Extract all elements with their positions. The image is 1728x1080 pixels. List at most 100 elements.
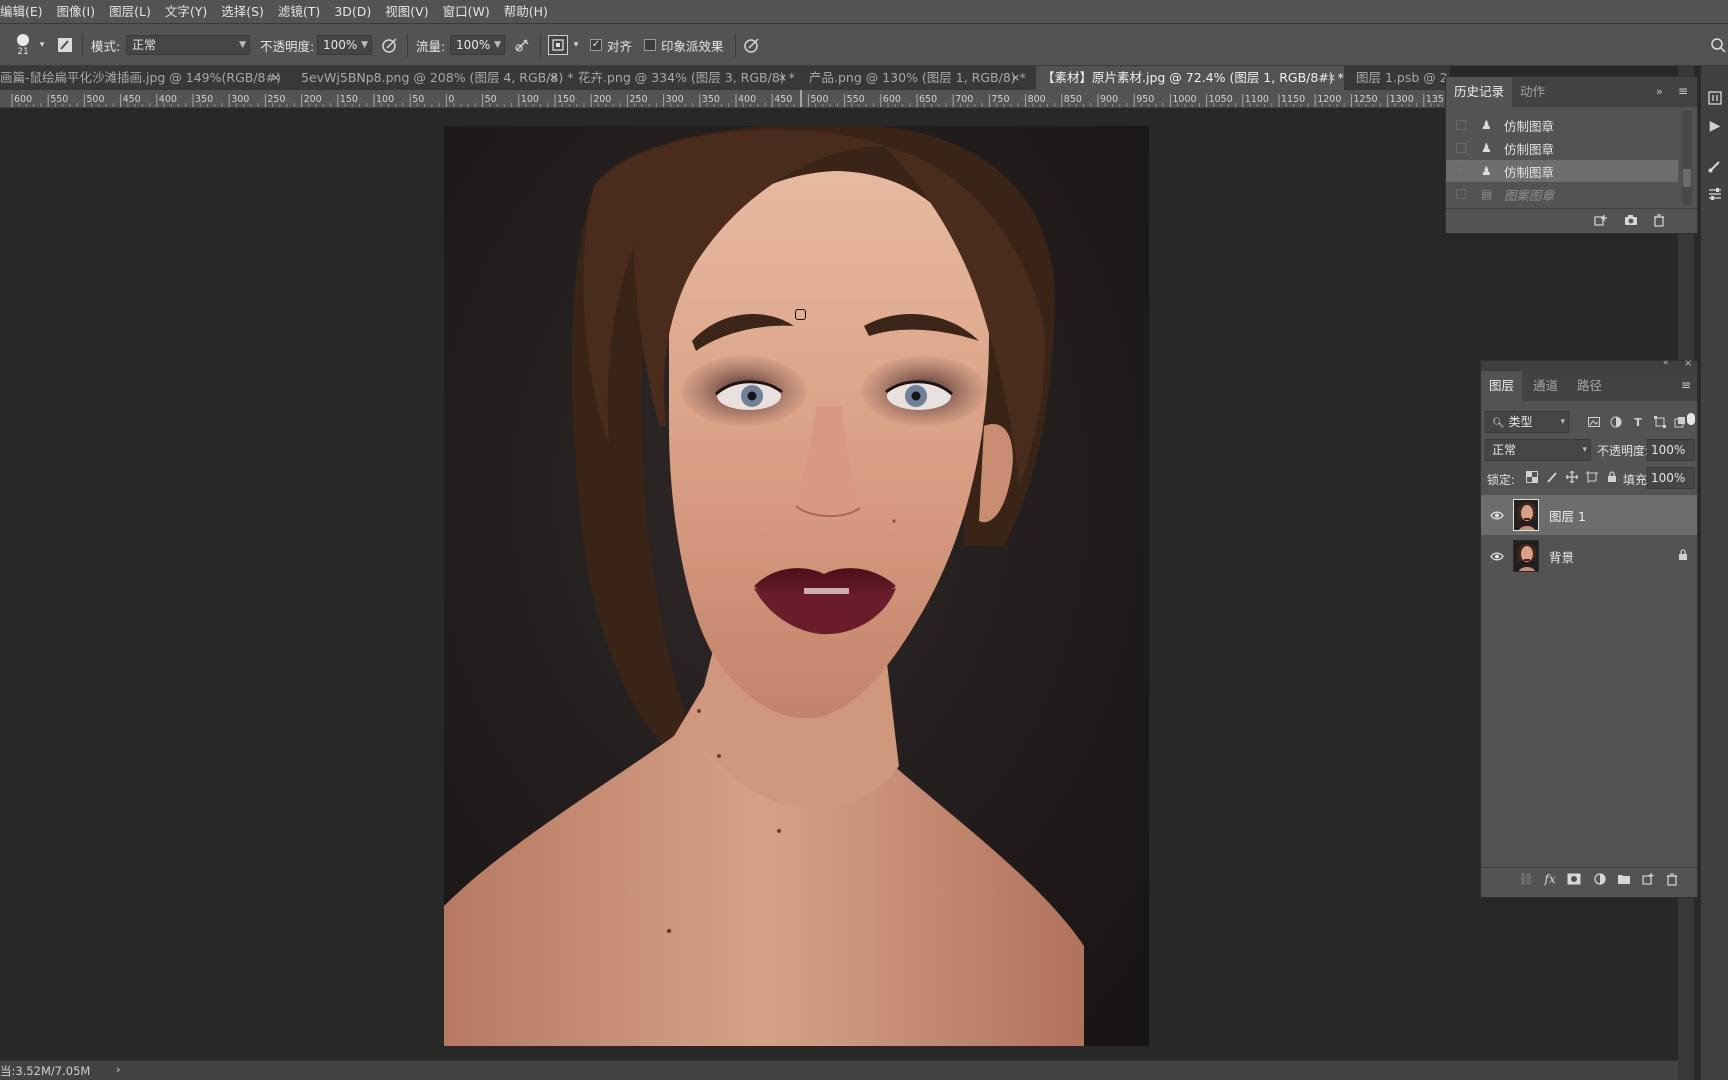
- tab-paths[interactable]: 路径: [1569, 371, 1610, 401]
- camera-snapshot-icon[interactable]: [1622, 211, 1640, 229]
- tab-5evwj5bnp8[interactable]: 5evWj5BNp8.png @ 208% (图层 4, RGB/8) * ×: [295, 66, 574, 90]
- menu-help[interactable]: 帮助(H): [497, 0, 555, 24]
- type-layer-filter-icon[interactable]: T: [1629, 413, 1647, 431]
- ruler-label: 500: [810, 94, 828, 105]
- menu-select[interactable]: 选择(S): [214, 0, 271, 24]
- close-icon[interactable]: ×: [778, 66, 787, 90]
- search-icon[interactable]: [1708, 35, 1728, 55]
- tab-actions[interactable]: 动作: [1512, 77, 1553, 107]
- tab-source-material[interactable]: 【素材】原片素材.jpg @ 72.4% (图层 1, RGB/8#) * ×: [1036, 66, 1344, 90]
- layer-row-background[interactable]: 背景: [1481, 536, 1697, 576]
- history-source-checkbox[interactable]: [1456, 189, 1466, 199]
- layer-row-layer1[interactable]: 图层 1: [1481, 495, 1697, 535]
- ruler-label: 300: [666, 94, 684, 105]
- menu-filter[interactable]: 滤镜(T): [271, 0, 327, 24]
- menu-type[interactable]: 文字(Y): [158, 0, 214, 24]
- menu-image[interactable]: 图像(I): [50, 0, 102, 24]
- link-layers-icon[interactable]: ⛓: [1517, 870, 1535, 888]
- layers-panel-tabs: 图层 通道 路径 ≡: [1481, 371, 1697, 401]
- close-icon[interactable]: ×: [1011, 66, 1020, 90]
- panel-dock-strip: ▶: [1700, 66, 1728, 1080]
- sample-all-layers-icon[interactable]: [548, 35, 568, 55]
- history-item-undone[interactable]: ▤ 图案图章: [1446, 183, 1678, 205]
- history-item[interactable]: ♟ 仿制图章: [1446, 137, 1678, 159]
- history-source-checkbox[interactable]: [1456, 120, 1466, 130]
- new-group-folder-icon[interactable]: [1615, 870, 1633, 888]
- menu-window[interactable]: 窗口(W): [436, 0, 497, 24]
- layer-filter-dropdown[interactable]: 🔍︎ 类型 ▾: [1485, 411, 1569, 433]
- menu-view[interactable]: 视图(V): [378, 0, 435, 24]
- lock-image-pixels-icon[interactable]: [1543, 468, 1561, 486]
- flow-input[interactable]: 100% ▼: [450, 35, 505, 55]
- lock-all-icon[interactable]: [1603, 468, 1621, 486]
- shape-layer-filter-icon[interactable]: [1651, 413, 1669, 431]
- tab-channels[interactable]: 通道: [1525, 371, 1566, 401]
- history-scroll-thumb[interactable]: [1683, 169, 1691, 187]
- layer-name[interactable]: 背景: [1549, 547, 1574, 566]
- canvas-photo[interactable]: [444, 126, 1149, 1046]
- lock-icon[interactable]: [1678, 549, 1688, 564]
- stamp-icon: ♟: [1481, 141, 1492, 155]
- ruler-label: 135: [1426, 94, 1444, 105]
- history-item-selected[interactable]: ♟ 仿制图章: [1446, 160, 1678, 182]
- close-icon[interactable]: ×: [1684, 358, 1692, 369]
- pixel-layer-filter-icon[interactable]: [1585, 413, 1603, 431]
- chevron-right-icon[interactable]: ›: [116, 1063, 120, 1076]
- artboard-autonest-icon[interactable]: [1583, 468, 1601, 486]
- pressure-size-icon[interactable]: [742, 35, 762, 55]
- ruler-label: 400: [738, 94, 756, 105]
- trash-icon[interactable]: [1663, 870, 1681, 888]
- tab-history[interactable]: 历史记录: [1446, 77, 1513, 107]
- mode-dropdown[interactable]: 正常 ▼: [126, 35, 250, 55]
- history-scrollbar[interactable]: [1682, 111, 1692, 205]
- lock-transparent-pixels-icon[interactable]: [1523, 468, 1541, 486]
- close-icon[interactable]: ×: [1327, 66, 1336, 90]
- history-source-checkbox[interactable]: [1456, 143, 1466, 153]
- history-panel: 历史记录 动作 » ≡ ♟ 仿制图章 ♟ 仿制图章 ♟ 仿制图章 ▤ 图案图章: [1445, 76, 1698, 234]
- collapse-panel-icon[interactable]: »: [1656, 85, 1663, 98]
- play-actions-icon[interactable]: ▶: [1705, 116, 1725, 136]
- brush-panel-icon[interactable]: [1705, 156, 1725, 176]
- fx-layer-style-icon[interactable]: fx: [1541, 870, 1559, 888]
- eye-visibility-icon[interactable]: [1489, 507, 1505, 523]
- tab-layers[interactable]: 图层: [1481, 371, 1523, 401]
- lock-position-icon[interactable]: [1563, 468, 1581, 486]
- adjustments-panel-icon[interactable]: [1705, 184, 1725, 204]
- menu-layer[interactable]: 图层(L): [102, 0, 158, 24]
- pressure-opacity-icon[interactable]: [380, 35, 400, 55]
- tab-flowers[interactable]: 花卉.png @ 334% (图层 3, RGB/8) * ×: [572, 66, 795, 90]
- close-icon[interactable]: ×: [271, 66, 280, 90]
- chevron-down-icon[interactable]: ▾: [570, 35, 582, 55]
- add-mask-icon[interactable]: [1565, 870, 1583, 888]
- filter-toggle-switch[interactable]: [1687, 413, 1695, 425]
- clone-source-panel-icon[interactable]: [55, 35, 75, 55]
- panel-menu-icon[interactable]: ≡: [1678, 84, 1688, 98]
- eye-visibility-icon[interactable]: [1489, 548, 1505, 564]
- new-document-from-state-icon[interactable]: [1592, 211, 1610, 229]
- history-source-checkbox[interactable]: [1456, 166, 1466, 176]
- impressionist-checkbox[interactable]: 印象派效果: [644, 24, 724, 66]
- tab-beach-illustration[interactable]: 画篇-鼠绘扁平化沙滩插画.jpg @ 149%(RGB/8#) ×: [0, 66, 284, 90]
- blend-mode-dropdown[interactable]: 正常 ▾: [1485, 439, 1591, 461]
- adjustment-layer-filter-icon[interactable]: [1607, 413, 1625, 431]
- tab-product[interactable]: 产品.png @ 130% (图层 1, RGB/8) * ×: [803, 66, 1029, 90]
- aligned-checkbox[interactable]: ✓ 对齐: [590, 24, 632, 66]
- tab-layer1-psb[interactable]: 图层 1.psb @ 2: [1350, 66, 1450, 90]
- layer-name[interactable]: 图层 1: [1549, 506, 1586, 525]
- collapse-panel-icon[interactable]: «: [1663, 358, 1669, 368]
- history-panel-icon[interactable]: [1705, 88, 1725, 108]
- close-icon[interactable]: ×: [549, 66, 558, 90]
- opacity-input[interactable]: 100% ▼: [317, 35, 372, 55]
- airbrush-icon[interactable]: [513, 35, 533, 55]
- menu-edit[interactable]: 编辑(E): [0, 0, 50, 24]
- new-layer-icon[interactable]: [1639, 870, 1657, 888]
- new-adjustment-layer-icon[interactable]: [1591, 870, 1609, 888]
- layer-opacity-input[interactable]: 100%: [1647, 439, 1695, 461]
- trash-icon[interactable]: [1650, 211, 1668, 229]
- history-item[interactable]: ♟ 仿制图章: [1446, 114, 1678, 136]
- pattern-stamp-icon: ▤: [1481, 187, 1493, 201]
- panel-menu-icon[interactable]: ≡: [1681, 378, 1691, 392]
- chevron-down-icon[interactable]: ▾: [32, 35, 52, 55]
- menu-3d[interactable]: 3D(D): [327, 0, 378, 24]
- fill-input[interactable]: 100%: [1647, 467, 1695, 489]
